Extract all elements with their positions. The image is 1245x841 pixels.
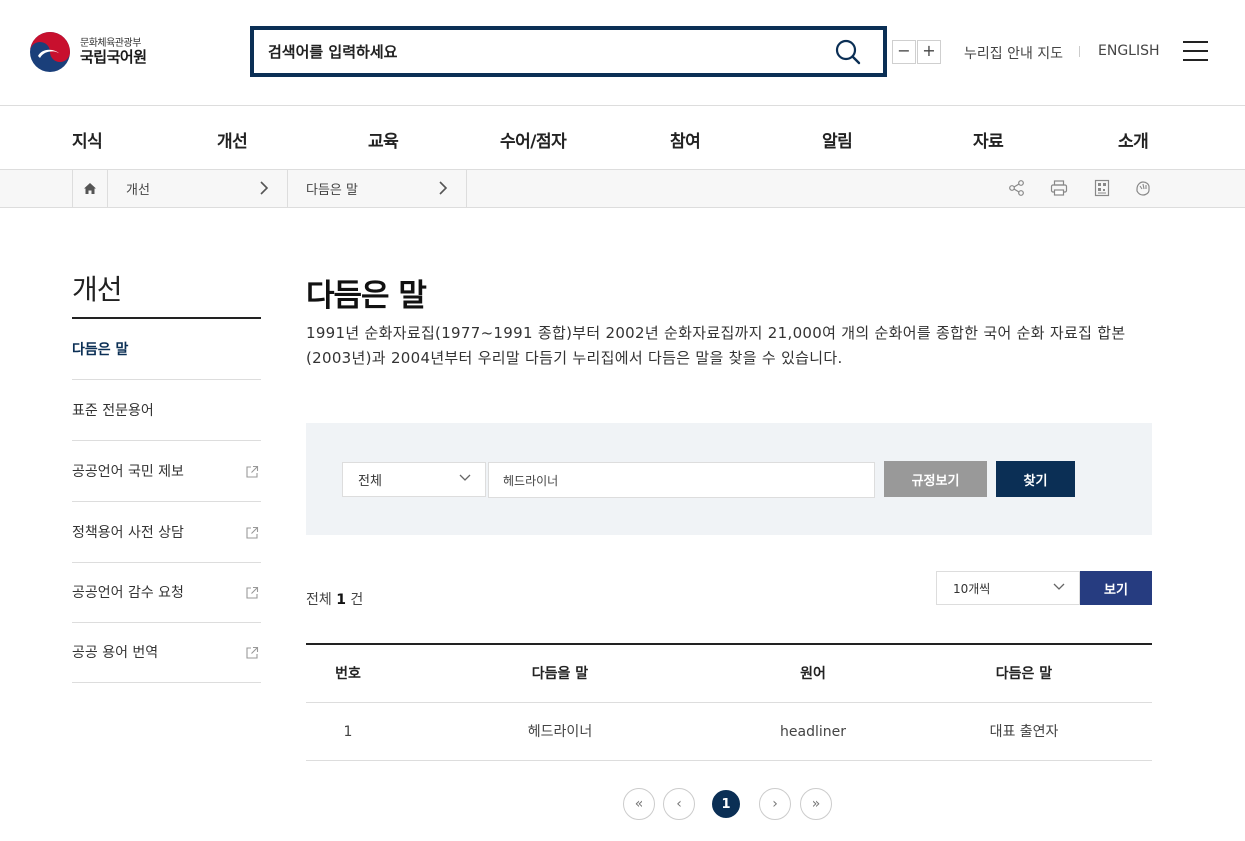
global-search <box>250 26 887 77</box>
column-header-refined: 다듬은 말 <box>995 666 1053 682</box>
gnb-item-notice[interactable]: 알림 <box>822 127 853 152</box>
search-scope-select[interactable]: 전체 <box>342 462 486 497</box>
result-total-count: 1 <box>336 592 346 608</box>
gnb-item-participation[interactable]: 참여 <box>670 127 701 152</box>
site-header: 문화체육관광부 국립국어원 − + 누리집 안내 지도 ENGLISH <box>0 0 1245 106</box>
per-page-value: 10개씩 <box>953 581 991 596</box>
results-table: 번호 다듬을 말 원어 다듬은 말 1 헤드라이너 headliner 대표 출… <box>306 643 1152 761</box>
external-link-icon <box>246 526 259 539</box>
logo-institute-text: 국립국어원 <box>80 48 147 67</box>
view-button[interactable]: 보기 <box>1080 571 1152 605</box>
gnb-item-sign-braille[interactable]: 수어/점자 <box>500 127 567 152</box>
lnb-item-label: 공공언어 감수 요청 <box>72 585 184 601</box>
breadcrumb-level2[interactable]: 다듬은 말 <box>288 170 467 207</box>
lnb-item-label: 정책용어 사전 상담 <box>72 525 184 541</box>
site-logo[interactable]: 문화체육관광부 국립국어원 <box>28 30 147 74</box>
search-term-input[interactable] <box>488 462 875 498</box>
page-intro: 1991년 순화자료집(1977~1991 종합)부터 2002년 순화자료집까… <box>306 324 1126 367</box>
breadcrumb-level1[interactable]: 개선 <box>108 170 288 207</box>
find-button[interactable]: 찾기 <box>996 461 1075 497</box>
breadcrumb-home[interactable] <box>72 170 108 207</box>
table-cell-refined: 대표 출연자 <box>989 724 1059 740</box>
font-zoom-controls: − + <box>892 40 941 64</box>
main-navigation: 지식 개선 교육 수어/점자 참여 알림 자료 소개 <box>0 107 1245 170</box>
external-link-icon <box>246 586 259 599</box>
gnb-item-about[interactable]: 소개 <box>1118 127 1149 152</box>
pagination: « ‹ 1 › » <box>623 788 832 820</box>
table-cell-term[interactable]: 헤드라이너 <box>390 703 730 761</box>
per-page-select[interactable]: 10개씩 <box>936 571 1080 605</box>
gnb-item-education[interactable]: 교육 <box>368 127 399 152</box>
column-header-term: 다듬을 말 <box>531 666 589 682</box>
last-page-button[interactable]: » <box>800 788 832 820</box>
global-search-input[interactable] <box>268 31 828 72</box>
zoom-out-button[interactable]: − <box>892 40 916 64</box>
gnb-item-resources[interactable]: 자료 <box>973 127 1004 152</box>
page-number-current[interactable]: 1 <box>712 790 740 818</box>
chevron-right-icon <box>260 181 269 195</box>
column-header-number: 번호 <box>335 666 361 682</box>
lnb-item-public-term-translation[interactable]: 공공 용어 번역 <box>72 622 261 683</box>
taegeuk-logo-icon <box>30 32 70 72</box>
table-header-row: 번호 다듬을 말 원어 다듬은 말 <box>306 645 1152 703</box>
view-rules-button[interactable]: 규정보기 <box>884 461 987 497</box>
chevron-right-icon <box>439 181 448 195</box>
prev-page-button[interactable]: ‹ <box>663 788 695 820</box>
print-icon[interactable] <box>1050 179 1068 197</box>
home-icon <box>84 183 96 194</box>
result-total-suffix: 건 <box>350 592 364 608</box>
chevron-down-icon <box>1053 583 1065 590</box>
share-icon[interactable] <box>1008 179 1026 197</box>
lnb-item-public-language-report[interactable]: 공공언어 국민 제보 <box>72 441 261 502</box>
term-search-panel: 전체 규정보기 찾기 <box>306 423 1152 535</box>
lnb-item-refined-words[interactable]: 다듬은 말 <box>72 319 261 380</box>
lnb-title: 개선 <box>72 273 123 306</box>
first-page-button[interactable]: « <box>623 788 655 820</box>
breadcrumb-level1-label: 개선 <box>126 183 150 198</box>
lnb-item-standard-terms[interactable]: 표준 전문용어 <box>72 380 261 441</box>
result-total-prefix: 전체 <box>306 592 332 608</box>
breadcrumb-level2-label: 다듬은 말 <box>306 183 358 198</box>
lnb-item-label: 다듬은 말 <box>72 342 129 358</box>
lnb-item-label: 공공 용어 번역 <box>72 645 159 661</box>
lnb-item-policy-term-consult[interactable]: 정책용어 사전 상담 <box>72 502 261 563</box>
external-link-icon <box>246 646 259 659</box>
lnb-item-label: 공공언어 국민 제보 <box>72 464 184 480</box>
lnb-item-label: 표준 전문용어 <box>72 403 154 419</box>
table-cell-origin: headliner <box>780 724 846 740</box>
zoom-in-button[interactable]: + <box>917 40 941 64</box>
sign-language-icon[interactable] <box>1134 179 1152 197</box>
search-scope-value: 전체 <box>358 474 382 489</box>
top-link-divider <box>1079 46 1080 57</box>
search-icon[interactable] <box>835 39 861 65</box>
chevron-down-icon <box>459 474 471 481</box>
result-total: 전체 1 건 <box>306 589 363 609</box>
sitemap-link[interactable]: 누리집 안내 지도 <box>964 43 1063 63</box>
gnb-item-improvement[interactable]: 개선 <box>217 127 248 152</box>
lnb-item-public-language-review[interactable]: 공공언어 감수 요청 <box>72 562 261 623</box>
table-cell-number: 1 <box>343 724 353 740</box>
next-page-button[interactable]: › <box>759 788 791 820</box>
menu-icon[interactable] <box>1183 41 1208 61</box>
external-link-icon <box>246 465 259 478</box>
column-header-origin: 원어 <box>800 666 826 682</box>
gnb-item-knowledge[interactable]: 지식 <box>72 127 103 152</box>
page-title: 다듬은 말 <box>306 278 427 314</box>
english-link[interactable]: ENGLISH <box>1098 43 1160 59</box>
table-row[interactable]: 1 헤드라이너 headliner 대표 출연자 <box>306 703 1152 761</box>
qr-code-icon[interactable] <box>1093 179 1111 197</box>
